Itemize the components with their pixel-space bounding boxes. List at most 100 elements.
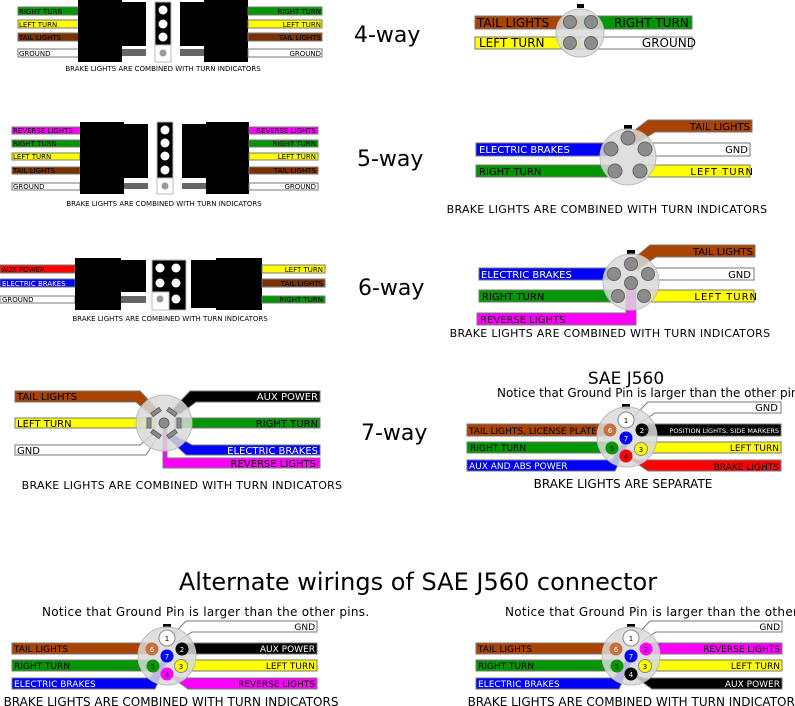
wire-label: GROUND bbox=[289, 50, 321, 58]
wire-label: ELECTRIC BRAKES bbox=[478, 680, 560, 690]
wire-label: GROUND bbox=[19, 50, 51, 58]
caption: BRAKE LIGHTS ARE COMBINED WITH TURN INDI… bbox=[4, 695, 339, 706]
wire-label: POSITION LIGHTS, SIDE MARKERS bbox=[669, 427, 779, 435]
wire-label: GND bbox=[728, 270, 751, 281]
pin-number: 3 bbox=[639, 446, 643, 454]
pin bbox=[176, 417, 182, 429]
sae-j560-diagram: SAE J560 Notice that Ground Pin is large… bbox=[466, 369, 795, 491]
ground-bar bbox=[180, 49, 204, 56]
wire-label: AUX POWER bbox=[257, 392, 318, 403]
pin bbox=[158, 19, 168, 29]
caption: BRAKE LIGHTS ARE COMBINED WITH TURN INDI… bbox=[447, 203, 768, 216]
wire-label: TAIL LIGHTS bbox=[18, 34, 62, 42]
four-way-round-diagram: TAIL LIGHTS RIGHT TURN LEFT TURN GROUND bbox=[474, 4, 696, 58]
pin-number: 2 bbox=[180, 646, 184, 654]
wire-label: LEFT TURN bbox=[13, 153, 51, 161]
six-way-round-diagram: TAIL LIGHTS ELECTRIC BRAKES GND RIGHT TU… bbox=[450, 244, 770, 340]
pin-number: 7 bbox=[624, 435, 628, 443]
pin bbox=[624, 276, 638, 290]
wire-label: LEFT TURN bbox=[19, 21, 57, 29]
pin bbox=[160, 151, 170, 161]
wire-label: GND bbox=[759, 623, 780, 633]
wire-label: GND bbox=[755, 403, 778, 414]
five-way-flat-diagram: REVERSE LIGHTS RIGHT TURN LEFT TURN TAIL… bbox=[11, 121, 319, 208]
pin-number: 1 bbox=[629, 635, 633, 643]
ground-bar bbox=[182, 183, 206, 189]
wire-label: ELECTRIC BRAKES bbox=[227, 446, 318, 457]
connector-body bbox=[180, 2, 204, 46]
connector-body bbox=[78, 0, 122, 62]
wire-label: ELECTRIC BRAKES bbox=[481, 270, 572, 281]
wire-label: RIGHT TURN bbox=[19, 8, 63, 16]
pin bbox=[159, 49, 167, 57]
pin-number: 4 bbox=[624, 453, 629, 461]
connector-body bbox=[124, 124, 148, 178]
pin-number: 5 bbox=[615, 663, 619, 671]
pin bbox=[158, 32, 168, 42]
wire-label: LEFT TURN bbox=[285, 266, 323, 274]
wire-label: REVERSE LIGHTS bbox=[13, 127, 73, 135]
pin bbox=[637, 141, 653, 157]
pin bbox=[563, 15, 577, 29]
pin-number: 4 bbox=[629, 671, 634, 679]
pin bbox=[156, 295, 164, 303]
pin bbox=[611, 289, 625, 303]
pin bbox=[158, 417, 170, 429]
connector-key bbox=[577, 4, 584, 8]
connector-body bbox=[191, 260, 216, 308]
wire-label: RIGHT TURN bbox=[256, 419, 318, 430]
wire-label: LEFT TURN bbox=[730, 444, 779, 454]
pin-number: 6 bbox=[614, 646, 619, 654]
wire-label: ELECTRIC BRAKES bbox=[14, 680, 96, 690]
wire-label: TAIL LIGHTS bbox=[692, 247, 753, 258]
connector-body bbox=[75, 258, 121, 310]
wire-label: GROUND bbox=[284, 183, 316, 191]
pin bbox=[641, 267, 655, 281]
connector-body bbox=[121, 260, 146, 292]
ground-bar bbox=[124, 183, 148, 189]
pin bbox=[158, 5, 168, 15]
wire-label: LEFT TURN bbox=[690, 167, 754, 178]
wire-label: LEFT TURN bbox=[479, 36, 545, 50]
wire-label: REVERSE LIGHTS bbox=[703, 645, 780, 655]
pin-number: 6 bbox=[608, 427, 613, 435]
wire-label: LEFT TURN bbox=[694, 292, 758, 303]
five-way-round-diagram: TAIL LIGHTS ELECTRIC BRAKES GND RIGHT TU… bbox=[447, 119, 768, 216]
connector-body bbox=[216, 258, 262, 310]
wire-label: RIGHT TURN bbox=[277, 8, 321, 16]
alternate-left-diagram: Notice that Ground Pin is larger than th… bbox=[4, 605, 370, 706]
pin bbox=[155, 263, 165, 273]
caption: BRAKE LIGHTS ARE COMBINED WITH TURN INDI… bbox=[72, 315, 268, 323]
pin bbox=[603, 141, 619, 157]
wire-label: REVERSE LIGHTS bbox=[256, 127, 316, 135]
wire-label: LEFT TURN bbox=[731, 662, 780, 672]
wire-label: GROUND bbox=[13, 183, 45, 191]
pin bbox=[160, 165, 170, 175]
pin bbox=[607, 163, 623, 179]
connector-body bbox=[80, 122, 124, 194]
wire-label: REVERSE LIGHTS bbox=[480, 315, 565, 326]
pin bbox=[607, 267, 621, 281]
connector-body bbox=[122, 2, 146, 46]
ground-bar bbox=[122, 49, 146, 56]
pin-number: 4 bbox=[165, 671, 170, 679]
pin-number: 7 bbox=[165, 653, 169, 661]
wire-label: TAIL LIGHTS bbox=[278, 34, 322, 42]
wire-label: ELECTRIC BRAKES bbox=[2, 280, 66, 288]
wire-label: RIGHT TURN bbox=[482, 292, 544, 303]
four-way-flat-diagram: RIGHT TURN LEFT TURN TAIL LIGHTS GROUND … bbox=[17, 0, 323, 73]
pin bbox=[160, 138, 170, 148]
trailer-wiring-diagram: RIGHT TURN LEFT TURN TAIL LIGHTS GROUND … bbox=[0, 0, 795, 706]
six-way-flat-diagram: AUX POWER ELECTRIC BRAKES GROUND LEFT TU… bbox=[0, 258, 326, 323]
wire-label: LEFT TURN bbox=[17, 419, 72, 430]
wire-label: LEFT TURN bbox=[283, 21, 321, 29]
pin-number: 3 bbox=[179, 663, 183, 671]
wire-label: TAIL LIGHTS bbox=[476, 16, 549, 30]
pin-number: 7 bbox=[629, 653, 633, 661]
caption: BRAKE LIGHTS ARE COMBINED WITH TURN INDI… bbox=[65, 65, 261, 73]
pin bbox=[161, 182, 169, 190]
section-label-7-way: 7-way bbox=[361, 421, 427, 446]
pin-number: 3 bbox=[643, 663, 647, 671]
pin-number: 5 bbox=[151, 663, 155, 671]
connector-body bbox=[182, 124, 206, 178]
